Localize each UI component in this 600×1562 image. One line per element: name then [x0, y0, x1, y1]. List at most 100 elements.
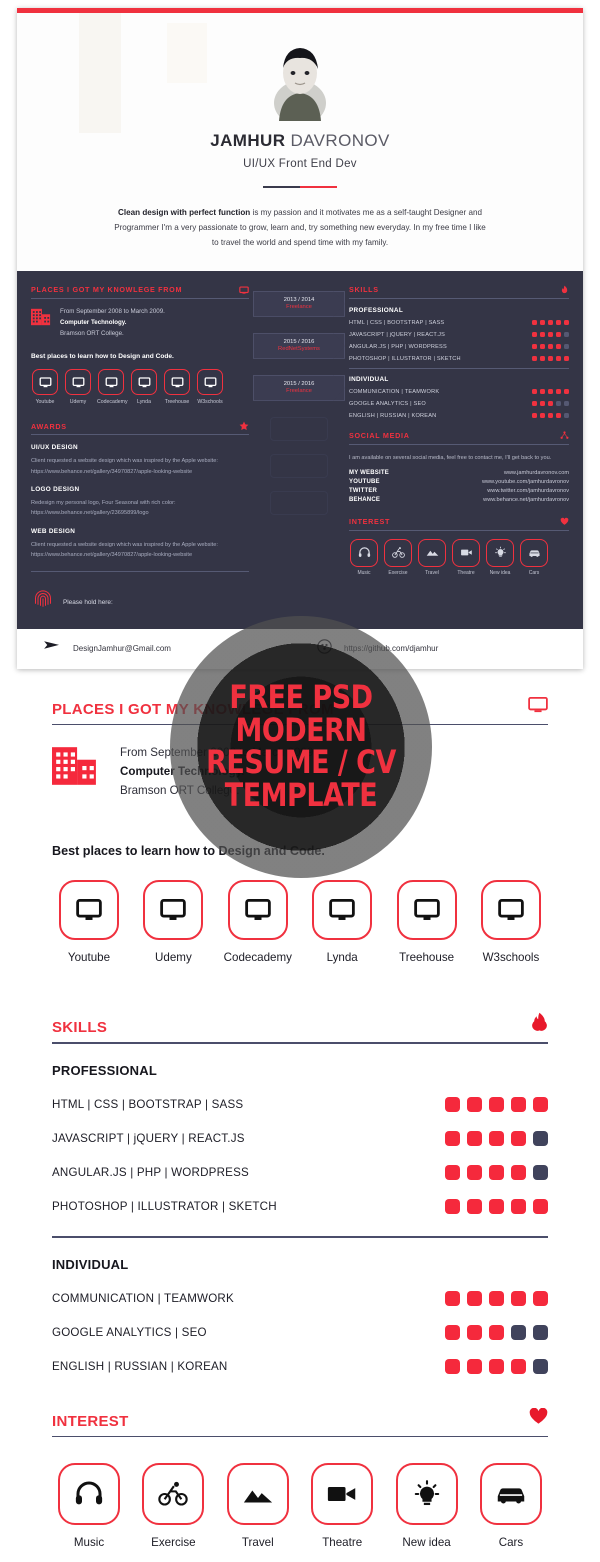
timeline-placeholder	[270, 453, 328, 478]
education-line2: Computer Technology.	[60, 318, 127, 326]
zoom-interest-header: INTEREST	[52, 1407, 548, 1430]
avatar	[261, 37, 339, 121]
interest-item[interactable]: Cars	[519, 538, 549, 576]
platform-item[interactable]: W3schools	[196, 369, 224, 405]
education-line1: From September 2008 to March 2009.	[60, 307, 165, 315]
monitor-icon	[312, 880, 373, 941]
social-label: YOUTUBE	[349, 478, 380, 485]
interest-item[interactable]: Travel	[221, 1463, 295, 1549]
skill-name: COMMUNICATION | TEAMWORK	[52, 1291, 234, 1305]
monitor-icon	[528, 696, 548, 718]
interest-rule	[349, 529, 569, 531]
github-block[interactable]: https://github.com/djamhur	[283, 638, 557, 659]
mountain-icon	[226, 1463, 289, 1526]
monitor-icon	[98, 369, 124, 396]
contact-footer: DesignJamhur@Gmail.com https://github.co…	[17, 628, 583, 669]
send-icon	[43, 639, 61, 658]
timeline-placeholder	[270, 490, 328, 515]
social-header: SOCIAL MEDIA	[349, 431, 569, 441]
interest-item[interactable]: Theatre	[305, 1463, 379, 1549]
education-line3: Bramson ORT College.	[60, 329, 124, 337]
hero-section: JAMHUR DAVRONOV UI/UX Front End Dev Clea…	[17, 13, 583, 271]
zoom-skills-section: SKILLS PROFESSIONAL HTML | CSS | BOOTSTR…	[0, 1012, 600, 1374]
zoom-interest-section: INTEREST Music Exercise Travel Theatre N…	[0, 1407, 600, 1549]
skill-rating	[445, 1199, 548, 1215]
skill-name: ENGLISH | RUSSIAN | KOREAN	[52, 1359, 228, 1373]
platform-item[interactable]: Treehouse	[163, 369, 191, 405]
interest-item[interactable]: Exercise	[383, 538, 413, 576]
award-desc: Redesign my personal logo, Four Seasonal…	[31, 500, 176, 517]
zoom-education-line1: From September 2008 to March 2009.	[120, 746, 317, 760]
skill-name: PHOTOSHOP | ILLUSTRATOR | SKETCH	[349, 355, 461, 362]
skills-header: SKILLS	[349, 285, 569, 295]
timeline-company: RedNetSystems	[278, 346, 320, 353]
platform-item[interactable]: W3schools	[474, 880, 548, 964]
education-title: PLACES I GOT MY KNOWLEGE FROM	[31, 285, 183, 295]
platform-label: Lynda	[326, 951, 358, 965]
skill-name: COMMUNICATION | TEAMWORK	[349, 388, 440, 395]
awards-rule	[31, 434, 249, 436]
zoom-education-header: PLACES I GOT MY KNOWLEGE FROM	[52, 696, 548, 718]
social-label: TWITTER	[349, 487, 378, 494]
zoom-education-rule	[52, 723, 548, 726]
social-link-row[interactable]: BEHANCE www.behance.net/jamhurdavronov	[349, 497, 569, 503]
platform-item[interactable]: Youtube	[31, 369, 59, 405]
award-item: LOGO DESIGN Redesign my personal logo, F…	[31, 486, 249, 519]
fingerprint-label: Please hold here:	[63, 598, 113, 606]
interest-label: Theatre	[322, 1536, 363, 1550]
skill-row: HTML | CSS | BOOTSTRAP | SASS	[52, 1097, 548, 1113]
lightbulb-icon	[486, 538, 514, 567]
zoom-education-details: From September 2008 to March 2009. Compu…	[120, 743, 317, 800]
interest-label: Music	[357, 569, 371, 576]
skill-row: ENGLISH | RUSSIAN | KOREAN	[52, 1358, 548, 1374]
platform-item[interactable]: Codecademy	[221, 880, 295, 964]
interest-item[interactable]: Theatre	[451, 538, 481, 576]
interest-item[interactable]: Music	[349, 538, 379, 576]
star-icon	[239, 421, 249, 431]
platform-item[interactable]: Treehouse	[390, 880, 464, 964]
platform-item[interactable]: Lynda	[130, 369, 158, 405]
dark-content-panel: PLACES I GOT MY KNOWLEGE FROM From Septe…	[17, 270, 583, 629]
interest-label: Exercise	[151, 1536, 196, 1550]
interest-item[interactable]: Cars	[474, 1463, 548, 1549]
skill-row: HTML | CSS | BOOTSTRAP | SASS	[349, 320, 569, 326]
interest-row: Music Exercise Travel Theatre New idea C…	[349, 538, 569, 576]
platform-label: Udemy	[155, 951, 192, 965]
bicycle-icon	[142, 1463, 205, 1526]
skill-row: PHOTOSHOP | ILLUSTRATOR | SKETCH	[349, 356, 569, 362]
skill-rating	[532, 344, 569, 350]
skill-name: ENGLISH | RUSSIAN | KOREAN	[349, 412, 437, 419]
interest-label: Music	[73, 1536, 105, 1550]
platform-item[interactable]: Lynda	[305, 880, 379, 964]
platform-item[interactable]: Codecademy	[97, 369, 128, 405]
interest-item[interactable]: Travel	[417, 538, 447, 576]
platform-item[interactable]: Youtube	[52, 880, 126, 964]
platform-item[interactable]: Udemy	[136, 880, 210, 964]
interest-item[interactable]: Music	[52, 1463, 126, 1549]
interest-label: New idea	[402, 1536, 451, 1550]
skill-name: HTML | CSS | BOOTSTRAP | SASS	[349, 319, 445, 326]
skill-row: COMMUNICATION | TEAMWORK	[349, 389, 569, 395]
bio-highlight: Clean design with perfect function	[118, 208, 251, 217]
skill-row: COMMUNICATION | TEAMWORK	[52, 1290, 548, 1306]
interest-item[interactable]: New idea	[485, 538, 515, 576]
interest-item[interactable]: Exercise	[136, 1463, 210, 1549]
email-block[interactable]: DesignJamhur@Gmail.com	[43, 639, 283, 658]
interest-item[interactable]: New idea	[390, 1463, 464, 1549]
fingerprint-block: Please hold here:	[33, 588, 249, 617]
platform-label: Treehouse	[399, 951, 455, 965]
bio-text: Clean design with perfect function is my…	[110, 206, 490, 251]
skill-name: GOOGLE ANALYTICS | SEO	[52, 1325, 207, 1339]
social-link-row[interactable]: YOUTUBE www.youtube.com/jamhurdavronov	[349, 479, 569, 485]
platform-label: Lynda	[137, 399, 151, 406]
monitor-icon	[131, 369, 157, 396]
skill-name: JAVASCRIPT | jQUERY | REACT.JS	[52, 1132, 245, 1146]
zoom-skills-title: SKILLS	[52, 1019, 108, 1037]
skill-rating	[532, 389, 569, 395]
skill-rating	[445, 1290, 548, 1306]
social-link-row[interactable]: MY WEBSITE www.jamhurdavronov.com	[349, 470, 569, 476]
platform-item[interactable]: Udemy	[64, 369, 92, 405]
education-details: From September 2008 to March 2009. Compu…	[60, 307, 165, 340]
social-url: www.youtube.com/jamhurdavronov	[481, 478, 569, 485]
social-link-row[interactable]: TWITTER www.twitter.com/jamhurdavronov	[349, 488, 569, 494]
